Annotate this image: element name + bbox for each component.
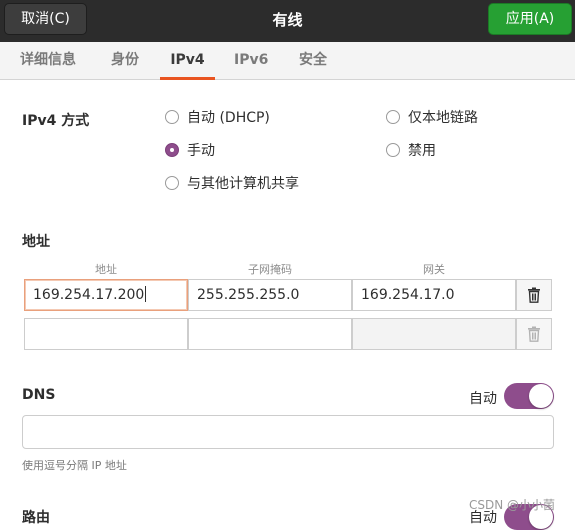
cancel-button[interactable]: 取消(C)	[4, 3, 87, 35]
switch-knob	[529, 384, 553, 408]
radio-label: 手动	[187, 143, 215, 159]
radio-indicator	[386, 110, 400, 124]
netmask-input-empty[interactable]	[188, 318, 352, 350]
delete-address-button-disabled[interactable]	[516, 318, 552, 350]
radio-label: 禁用	[408, 143, 436, 159]
radio-indicator	[165, 110, 179, 124]
dns-auto-label: 自动	[469, 391, 497, 407]
radio-indicator	[165, 143, 179, 157]
column-header-netmask: 子网掩码	[248, 263, 292, 276]
address-value: 169.254.17.200	[33, 287, 145, 303]
trash-icon	[528, 326, 540, 342]
radio-label: 自动 (DHCP)	[187, 110, 270, 126]
text-caret	[145, 286, 147, 302]
radio-label: 与其他计算机共享	[187, 176, 299, 192]
radio-indicator	[165, 176, 179, 190]
tab-identity[interactable]: 身份	[109, 42, 141, 79]
radio-label: 仅本地链路	[408, 110, 478, 126]
radio-auto-dhcp[interactable]: 自动 (DHCP)	[165, 108, 270, 128]
netmask-input[interactable]: 255.255.255.0	[188, 279, 352, 311]
radio-shared[interactable]: 与其他计算机共享	[165, 174, 299, 194]
tab-security[interactable]: 安全	[297, 42, 329, 79]
address-input[interactable]: 169.254.17.200	[24, 279, 188, 311]
dns-label: DNS	[22, 387, 56, 403]
tab-ipv4[interactable]: IPv4	[160, 42, 215, 80]
radio-disabled[interactable]: 禁用	[386, 141, 436, 161]
trash-icon	[528, 287, 540, 303]
header-bar: 取消(C) 有线 应用(A)	[0, 0, 575, 42]
routes-label: 路由	[22, 510, 50, 526]
gateway-input[interactable]: 169.254.17.0	[352, 279, 516, 311]
apply-button[interactable]: 应用(A)	[488, 3, 572, 35]
radio-link-local-only[interactable]: 仅本地链路	[386, 108, 478, 128]
gateway-input-empty[interactable]	[352, 318, 516, 350]
address-input-empty[interactable]	[24, 318, 188, 350]
dns-hint: 使用逗号分隔 IP 地址	[22, 459, 127, 472]
radio-manual[interactable]: 手动	[165, 141, 215, 161]
gateway-value: 169.254.17.0	[361, 287, 455, 303]
column-header-address: 地址	[95, 263, 117, 276]
column-header-gateway: 网关	[423, 263, 445, 276]
tab-ipv6[interactable]: IPv6	[234, 42, 268, 79]
tab-bar: 详细信息 身份 IPv4 IPv6 安全	[0, 42, 575, 80]
delete-address-button[interactable]	[516, 279, 552, 311]
tab-details[interactable]: 详细信息	[18, 42, 78, 79]
radio-indicator	[386, 143, 400, 157]
ipv4-method-label: IPv4 方式	[22, 113, 90, 129]
addresses-label: 地址	[22, 234, 50, 250]
dns-input[interactable]	[22, 415, 554, 449]
watermark: CSDN @小小菌	[469, 498, 556, 512]
netmask-value: 255.255.255.0	[197, 287, 300, 303]
dns-auto-switch[interactable]	[504, 383, 554, 409]
